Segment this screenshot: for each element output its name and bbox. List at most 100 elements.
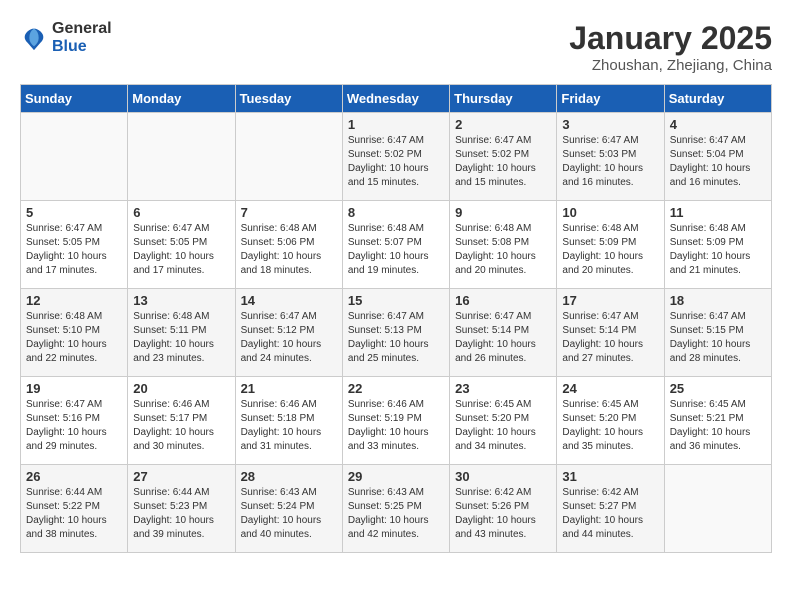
calendar-cell bbox=[235, 113, 342, 201]
calendar-cell: 8 Sunrise: 6:48 AMSunset: 5:07 PMDaylight… bbox=[342, 201, 449, 289]
calendar-cell: 28 Sunrise: 6:43 AMSunset: 5:24 PMDayligh… bbox=[235, 465, 342, 553]
day-info: Sunrise: 6:44 AMSunset: 5:22 PMDaylight:… bbox=[26, 486, 122, 542]
location: Zhoushan, Zhejiang, China bbox=[569, 57, 772, 74]
weekday-header-wednesday: Wednesday bbox=[342, 85, 449, 113]
day-number: 28 bbox=[241, 469, 337, 484]
day-info: Sunrise: 6:48 AMSunset: 5:11 PMDaylight:… bbox=[133, 310, 229, 366]
calendar-cell: 10Sunrise: 6:48 AMSunset: 5:09 PMDayligh… bbox=[557, 201, 664, 289]
day-number: 2 bbox=[455, 117, 551, 132]
calendar-cell: 18 Sunrise: 6:47 AMSunset: 5:15 PMDayligh… bbox=[664, 289, 771, 377]
weekday-header-friday: Friday bbox=[557, 85, 664, 113]
day-number: 16 bbox=[455, 293, 551, 308]
page-header: General Blue January 2025 Zhoushan, Zhej… bbox=[20, 20, 772, 74]
weekday-header-saturday: Saturday bbox=[664, 85, 771, 113]
weekday-header-sunday: Sunday bbox=[21, 85, 128, 113]
calendar-cell: 25 Sunrise: 6:45 AMSunset: 5:21 PMDayligh… bbox=[664, 377, 771, 465]
calendar-cell bbox=[128, 113, 235, 201]
calendar-cell: 15 Sunrise: 6:47 AMSunset: 5:13 PMDayligh… bbox=[342, 289, 449, 377]
day-number: 15 bbox=[348, 293, 444, 308]
day-info: Sunrise: 6:42 AMSunset: 5:27 PMDaylight:… bbox=[562, 486, 658, 542]
calendar-cell bbox=[21, 113, 128, 201]
day-info: Sunrise: 6:45 AMSunset: 5:21 PMDaylight:… bbox=[670, 398, 766, 454]
week-row-5: 26 Sunrise: 6:44 AMSunset: 5:22 PMDayligh… bbox=[21, 465, 772, 553]
calendar-cell: 20 Sunrise: 6:46 AMSunset: 5:17 PMDayligh… bbox=[128, 377, 235, 465]
week-row-3: 12Sunrise: 6:48 AMSunset: 5:10 PMDayligh… bbox=[21, 289, 772, 377]
calendar-cell: 1 Sunrise: 6:47 AMSunset: 5:02 PMDaylight… bbox=[342, 113, 449, 201]
day-info: Sunrise: 6:46 AMSunset: 5:17 PMDaylight:… bbox=[133, 398, 229, 454]
calendar-cell: 11Sunrise: 6:48 AMSunset: 5:09 PMDayligh… bbox=[664, 201, 771, 289]
day-info: Sunrise: 6:47 AMSunset: 5:13 PMDaylight:… bbox=[348, 310, 444, 366]
day-info: Sunrise: 6:43 AMSunset: 5:24 PMDaylight:… bbox=[241, 486, 337, 542]
calendar-cell: 9 Sunrise: 6:48 AMSunset: 5:08 PMDaylight… bbox=[450, 201, 557, 289]
day-number: 3 bbox=[562, 117, 658, 132]
day-number: 9 bbox=[455, 205, 551, 220]
day-number: 14 bbox=[241, 293, 337, 308]
day-info: Sunrise: 6:47 AMSunset: 5:02 PMDaylight:… bbox=[348, 134, 444, 190]
calendar-cell: 13 Sunrise: 6:48 AMSunset: 5:11 PMDayligh… bbox=[128, 289, 235, 377]
day-number: 30 bbox=[455, 469, 551, 484]
day-number: 8 bbox=[348, 205, 444, 220]
day-number: 26 bbox=[26, 469, 122, 484]
day-info: Sunrise: 6:47 AMSunset: 5:15 PMDaylight:… bbox=[670, 310, 766, 366]
title-block: January 2025 Zhoushan, Zhejiang, China bbox=[569, 20, 772, 74]
day-number: 29 bbox=[348, 469, 444, 484]
day-number: 25 bbox=[670, 381, 766, 396]
day-number: 17 bbox=[562, 293, 658, 308]
calendar-cell: 23Sunrise: 6:45 AMSunset: 5:20 PMDayligh… bbox=[450, 377, 557, 465]
logo: General Blue bbox=[20, 20, 112, 56]
day-number: 24 bbox=[562, 381, 658, 396]
calendar-cell bbox=[664, 465, 771, 553]
day-number: 21 bbox=[241, 381, 337, 396]
day-number: 19 bbox=[26, 381, 122, 396]
calendar-cell: 26 Sunrise: 6:44 AMSunset: 5:22 PMDayligh… bbox=[21, 465, 128, 553]
calendar-cell: 17Sunrise: 6:47 AMSunset: 5:14 PMDayligh… bbox=[557, 289, 664, 377]
calendar-cell: 22 Sunrise: 6:46 AMSunset: 5:19 PMDayligh… bbox=[342, 377, 449, 465]
calendar-cell: 16Sunrise: 6:47 AMSunset: 5:14 PMDayligh… bbox=[450, 289, 557, 377]
day-info: Sunrise: 6:44 AMSunset: 5:23 PMDaylight:… bbox=[133, 486, 229, 542]
logo-icon bbox=[20, 24, 48, 52]
day-info: Sunrise: 6:47 AMSunset: 5:04 PMDaylight:… bbox=[670, 134, 766, 190]
day-number: 13 bbox=[133, 293, 229, 308]
calendar-cell: 4 Sunrise: 6:47 AMSunset: 5:04 PMDaylight… bbox=[664, 113, 771, 201]
calendar-cell: 14 Sunrise: 6:47 AMSunset: 5:12 PMDayligh… bbox=[235, 289, 342, 377]
day-info: Sunrise: 6:48 AMSunset: 5:07 PMDaylight:… bbox=[348, 222, 444, 278]
day-info: Sunrise: 6:48 AMSunset: 5:10 PMDaylight:… bbox=[26, 310, 122, 366]
day-info: Sunrise: 6:48 AMSunset: 5:08 PMDaylight:… bbox=[455, 222, 551, 278]
day-info: Sunrise: 6:46 AMSunset: 5:19 PMDaylight:… bbox=[348, 398, 444, 454]
weekday-header-monday: Monday bbox=[128, 85, 235, 113]
day-info: Sunrise: 6:47 AMSunset: 5:02 PMDaylight:… bbox=[455, 134, 551, 190]
calendar-cell: 7 Sunrise: 6:48 AMSunset: 5:06 PMDaylight… bbox=[235, 201, 342, 289]
day-number: 4 bbox=[670, 117, 766, 132]
day-info: Sunrise: 6:42 AMSunset: 5:26 PMDaylight:… bbox=[455, 486, 551, 542]
day-number: 22 bbox=[348, 381, 444, 396]
day-info: Sunrise: 6:45 AMSunset: 5:20 PMDaylight:… bbox=[562, 398, 658, 454]
day-info: Sunrise: 6:46 AMSunset: 5:18 PMDaylight:… bbox=[241, 398, 337, 454]
logo-text: General Blue bbox=[52, 20, 112, 56]
calendar-cell: 31 Sunrise: 6:42 AMSunset: 5:27 PMDayligh… bbox=[557, 465, 664, 553]
day-info: Sunrise: 6:47 AMSunset: 5:05 PMDaylight:… bbox=[26, 222, 122, 278]
day-info: Sunrise: 6:48 AMSunset: 5:06 PMDaylight:… bbox=[241, 222, 337, 278]
day-number: 5 bbox=[26, 205, 122, 220]
day-number: 27 bbox=[133, 469, 229, 484]
day-number: 7 bbox=[241, 205, 337, 220]
month-title: January 2025 bbox=[569, 20, 772, 57]
calendar-cell: 5 Sunrise: 6:47 AMSunset: 5:05 PMDaylight… bbox=[21, 201, 128, 289]
week-row-1: 1 Sunrise: 6:47 AMSunset: 5:02 PMDaylight… bbox=[21, 113, 772, 201]
day-number: 20 bbox=[133, 381, 229, 396]
calendar-table: SundayMondayTuesdayWednesdayThursdayFrid… bbox=[20, 84, 772, 553]
day-info: Sunrise: 6:48 AMSunset: 5:09 PMDaylight:… bbox=[670, 222, 766, 278]
day-info: Sunrise: 6:43 AMSunset: 5:25 PMDaylight:… bbox=[348, 486, 444, 542]
day-number: 18 bbox=[670, 293, 766, 308]
calendar-cell: 6Sunrise: 6:47 AMSunset: 5:05 PMDaylight… bbox=[128, 201, 235, 289]
week-row-2: 5 Sunrise: 6:47 AMSunset: 5:05 PMDaylight… bbox=[21, 201, 772, 289]
day-info: Sunrise: 6:47 AMSunset: 5:16 PMDaylight:… bbox=[26, 398, 122, 454]
weekday-header-tuesday: Tuesday bbox=[235, 85, 342, 113]
day-info: Sunrise: 6:47 AMSunset: 5:03 PMDaylight:… bbox=[562, 134, 658, 190]
day-number: 10 bbox=[562, 205, 658, 220]
calendar-cell: 27 Sunrise: 6:44 AMSunset: 5:23 PMDayligh… bbox=[128, 465, 235, 553]
week-row-4: 19 Sunrise: 6:47 AMSunset: 5:16 PMDayligh… bbox=[21, 377, 772, 465]
day-number: 31 bbox=[562, 469, 658, 484]
day-number: 1 bbox=[348, 117, 444, 132]
day-info: Sunrise: 6:47 AMSunset: 5:12 PMDaylight:… bbox=[241, 310, 337, 366]
day-info: Sunrise: 6:47 AMSunset: 5:05 PMDaylight:… bbox=[133, 222, 229, 278]
